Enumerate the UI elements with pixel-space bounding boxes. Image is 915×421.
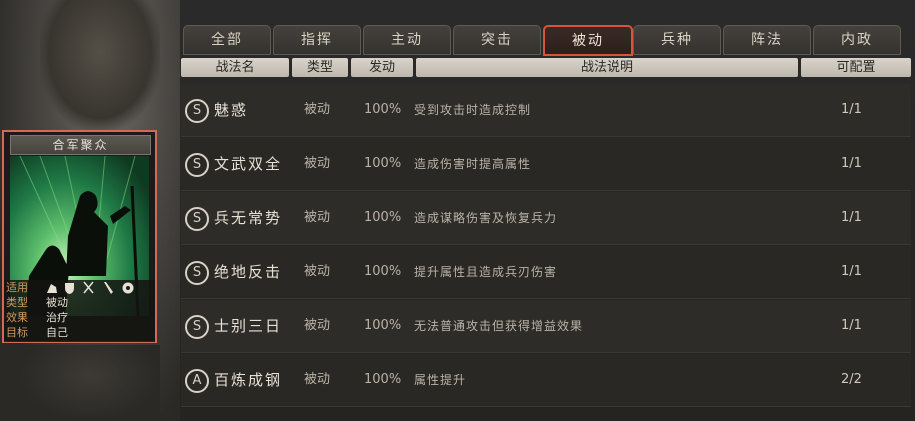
tactic-description: 属性提升 [414,373,467,387]
tab-command[interactable]: 指挥 [273,25,361,55]
tab-all[interactable]: 全部 [183,25,271,55]
unit-icons-svg [47,281,134,294]
background-general-figure [40,0,160,130]
card-title: 合军聚众 [10,135,151,155]
tactic-count: 1/1 [841,264,862,279]
info-row-applicable: 适用 [6,281,155,295]
tactic-name: 魅惑 [214,101,249,119]
grade-badge: S [185,315,209,339]
tactic-description: 无法普通攻击但获得增益效果 [414,319,584,333]
cavalry-icon [47,284,57,293]
tactic-type: 被动 [304,372,331,387]
info-key: 效果 [6,311,28,324]
info-key: 适用 [6,281,28,294]
tactic-rate: 100% [364,102,402,117]
tactic-name: 百炼成钢 [214,371,283,389]
tactic-rate: 100% [364,210,402,225]
tab-formation[interactable]: 阵法 [723,25,811,55]
spear-icon [104,282,113,294]
tactic-row[interactable]: A 百炼成钢 被动 100% 属性提升 2/2 [181,354,911,407]
column-header-description: 战法说明 [416,58,798,77]
tactic-row[interactable]: S 文武双全 被动 100% 造成伤害时提高属性 1/1 [181,138,911,191]
tactic-count: 1/1 [841,210,862,225]
column-header-name[interactable]: 战法名 [181,58,289,77]
tab-active[interactable]: 主动 [363,25,451,55]
tactic-type: 被动 [304,318,331,333]
tactic-description: 受到攻击时造成控制 [414,103,532,117]
info-key: 目标 [6,326,28,339]
grade-badge: S [185,99,209,123]
tactic-name: 文武双全 [214,155,283,173]
tactic-count: 1/1 [841,156,862,171]
grade-badge: S [185,261,209,285]
info-key: 类型 [6,296,28,309]
info-value: 被动 [46,296,68,309]
tactic-description: 提升属性且造成兵刃伤害 [414,265,558,279]
tactic-name: 兵无常势 [214,209,283,227]
tactic-name: 士别三日 [214,317,283,335]
grade-badge: A [185,369,209,393]
tab-internal[interactable]: 内政 [813,25,901,55]
card-info: 适用 类型 被动 效果 治疗 目标 自己 [4,280,155,342]
column-header-trigger[interactable]: 发动 [351,58,413,77]
tactic-name: 绝地反击 [214,263,283,281]
tactic-type: 被动 [304,102,331,117]
tactic-count: 2/2 [841,372,862,387]
column-header-configurable[interactable]: 可配置 [801,58,911,77]
info-value: 自己 [46,326,68,339]
tactic-count: 1/1 [841,102,862,117]
tab-troop[interactable]: 兵种 [633,25,721,55]
tab-assault[interactable]: 突击 [453,25,541,55]
info-row-effect: 效果 治疗 [6,311,155,325]
tactic-row[interactable]: S 兵无常势 被动 100% 造成谋略伤害及恢复兵力 1/1 [181,192,911,245]
tactic-rate: 100% [364,372,402,387]
grade-badge: S [185,153,209,177]
tactic-card[interactable]: 合军聚众 适用 类型 被动 效果 治疗 目标 自己 [2,130,157,343]
tactic-rate: 100% [364,318,402,333]
category-tabs: 全部 指挥 主动 突击 被动 兵种 阵法 内政 [183,25,913,56]
tactic-rate: 100% [364,264,402,279]
shield-icon [65,283,74,294]
tactic-count: 1/1 [841,318,862,333]
column-header-type[interactable]: 类型 [292,58,348,77]
tactic-row[interactable]: S 魅惑 被动 100% 受到攻击时造成控制 1/1 [181,84,911,137]
tab-passive[interactable]: 被动 [543,25,633,56]
tactic-type: 被动 [304,156,331,171]
tactic-rate: 100% [364,156,402,171]
info-row-type: 类型 被动 [6,296,155,310]
tactic-row[interactable]: S 士别三日 被动 100% 无法普通攻击但获得增益效果 1/1 [181,300,911,353]
tactic-row[interactable]: S 绝地反击 被动 100% 提升属性且造成兵刃伤害 1/1 [181,246,911,299]
wheel-icon [122,282,134,294]
background-soldier-figure [20,345,160,421]
info-row-target: 目标 自己 [6,326,155,340]
tactic-type: 被动 [304,264,331,279]
tactic-description: 造成谋略伤害及恢复兵力 [414,211,558,225]
grade-badge: S [185,207,209,231]
tactic-type: 被动 [304,210,331,225]
tactic-description: 造成伤害时提高属性 [414,157,532,171]
bow-icon [83,281,94,294]
info-value: 治疗 [46,311,68,324]
